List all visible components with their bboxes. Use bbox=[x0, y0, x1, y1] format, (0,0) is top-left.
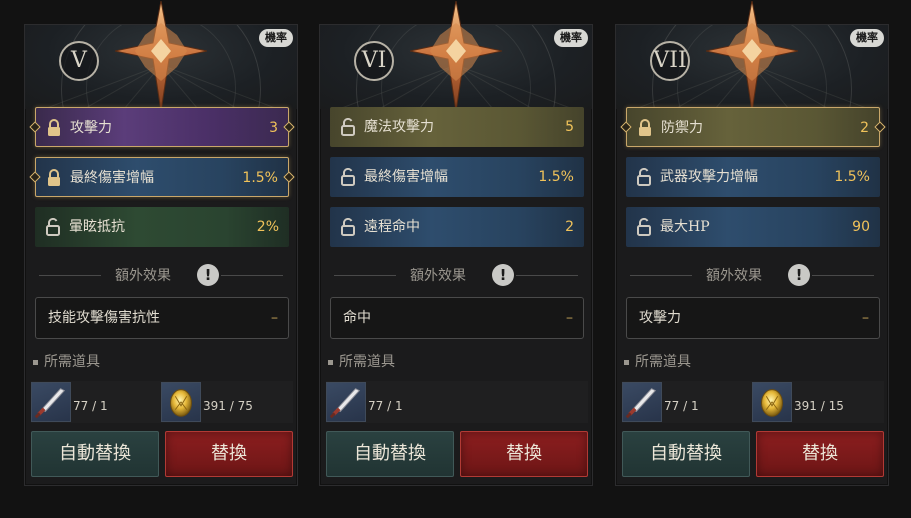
compass-star-icon bbox=[115, 1, 207, 111]
stat-value: 3 bbox=[269, 120, 278, 136]
replace-button[interactable]: 替換 bbox=[165, 431, 293, 477]
required-items-row: 77 / 1 391 / 75 bbox=[31, 381, 293, 423]
required-items-title: 所需道具 bbox=[328, 351, 395, 371]
info-icon[interactable]: ! bbox=[788, 264, 810, 286]
extra-effect-label: 攻擊力 bbox=[639, 310, 681, 326]
required-items-title: 所需道具 bbox=[624, 351, 691, 371]
stat-value: 5 bbox=[565, 119, 574, 135]
stat-row[interactable]: 最終傷害增幅 1.5% bbox=[330, 157, 584, 197]
option-panel-2: VI 機率 魔法攻擊力 5 最終傷害增幅 1.5% 遠程命中 2 額外效果 ! … bbox=[319, 1, 593, 486]
auto-replace-button[interactable]: 自動替換 bbox=[31, 431, 159, 477]
item-count: 77 / 1 bbox=[664, 399, 699, 413]
blade-item-icon[interactable] bbox=[326, 382, 366, 422]
item-count: 77 / 1 bbox=[368, 399, 403, 413]
required-items-row: 77 / 1 bbox=[326, 381, 588, 423]
stat-row[interactable]: 遠程命中 2 bbox=[330, 207, 584, 247]
tier-numeral: V bbox=[59, 41, 99, 81]
stat-row[interactable]: 最終傷害增幅 1.5% bbox=[29, 157, 295, 197]
stat-row[interactable]: 暈眩抵抗 2% bbox=[35, 207, 289, 247]
stat-label: 最終傷害增幅 bbox=[70, 170, 154, 186]
extra-effect-value: – bbox=[862, 310, 869, 326]
lock-icon[interactable] bbox=[46, 119, 62, 137]
item-count: 391 / 75 bbox=[203, 399, 253, 413]
unlock-icon[interactable] bbox=[340, 218, 356, 236]
stat-row[interactable]: 防禦力 2 bbox=[620, 107, 886, 147]
stat-label: 防禦力 bbox=[661, 120, 703, 136]
stat-row[interactable]: 攻擊力 3 bbox=[29, 107, 295, 147]
stat-label: 最終傷害增幅 bbox=[364, 169, 448, 185]
extra-effect-value: – bbox=[271, 310, 278, 326]
tier-numeral: VI bbox=[354, 41, 394, 81]
extra-effect-title: 額外效果 bbox=[410, 268, 466, 284]
stat-label: 武器攻擊力增幅 bbox=[660, 169, 758, 185]
stat-row[interactable]: 武器攻擊力增幅 1.5% bbox=[626, 157, 880, 197]
extra-effect-value: – bbox=[566, 310, 573, 326]
stat-row[interactable]: 魔法攻擊力 5 bbox=[330, 107, 584, 147]
stat-label: 攻擊力 bbox=[70, 120, 112, 136]
lock-icon[interactable] bbox=[637, 119, 653, 137]
option-panel-3: VII 機率 防禦力 2 武器攻擊力增幅 1.5% 最大HP 90 額外效果 !… bbox=[615, 1, 889, 486]
unlock-icon[interactable] bbox=[45, 218, 61, 236]
extra-effect-box: 命中 – bbox=[330, 297, 584, 339]
extra-effect-title: 額外效果 bbox=[706, 268, 762, 284]
stat-value: 2% bbox=[256, 219, 279, 235]
gold-egg-item-icon[interactable] bbox=[752, 382, 792, 422]
extra-effect-header: 額外效果 ! bbox=[616, 263, 888, 287]
auto-replace-button[interactable]: 自動替換 bbox=[326, 431, 454, 477]
stat-value: 1.5% bbox=[834, 169, 870, 185]
stat-label: 遠程命中 bbox=[364, 219, 420, 235]
tier-numeral: VII bbox=[650, 41, 690, 81]
extra-effect-box: 攻擊力 – bbox=[626, 297, 880, 339]
extra-effect-box: 技能攻擊傷害抗性 – bbox=[35, 297, 289, 339]
blade-item-icon[interactable] bbox=[31, 382, 71, 422]
blade-item-icon[interactable] bbox=[622, 382, 662, 422]
unlock-icon[interactable] bbox=[636, 168, 652, 186]
stat-value: 1.5% bbox=[538, 169, 574, 185]
stat-label: 最大HP bbox=[660, 219, 710, 235]
item-count: 391 / 15 bbox=[794, 399, 844, 413]
replace-button[interactable]: 替換 bbox=[460, 431, 588, 477]
unlock-icon[interactable] bbox=[636, 218, 652, 236]
extra-effect-label: 技能攻擊傷害抗性 bbox=[48, 310, 160, 326]
extra-effect-header: 額外效果 ! bbox=[320, 263, 592, 287]
stat-value: 90 bbox=[852, 219, 870, 235]
stat-value: 2 bbox=[565, 219, 574, 235]
unlock-icon[interactable] bbox=[340, 118, 356, 136]
probability-badge[interactable]: 機率 bbox=[554, 29, 588, 47]
replace-button[interactable]: 替換 bbox=[756, 431, 884, 477]
item-count: 77 / 1 bbox=[73, 399, 108, 413]
stat-label: 魔法攻擊力 bbox=[364, 119, 434, 135]
info-icon[interactable]: ! bbox=[197, 264, 219, 286]
required-items-row: 77 / 1 391 / 15 bbox=[622, 381, 884, 423]
probability-badge[interactable]: 機率 bbox=[850, 29, 884, 47]
extra-effect-header: 額外效果 ! bbox=[25, 263, 297, 287]
stat-label: 暈眩抵抗 bbox=[69, 219, 125, 235]
probability-badge[interactable]: 機率 bbox=[259, 29, 293, 47]
stat-value: 1.5% bbox=[242, 170, 278, 186]
stat-row[interactable]: 最大HP 90 bbox=[626, 207, 880, 247]
extra-effect-title: 額外效果 bbox=[115, 268, 171, 284]
unlock-icon[interactable] bbox=[340, 168, 356, 186]
info-icon[interactable]: ! bbox=[492, 264, 514, 286]
extra-effect-label: 命中 bbox=[343, 310, 371, 326]
stat-value: 2 bbox=[860, 120, 869, 136]
required-items-title: 所需道具 bbox=[33, 351, 100, 371]
compass-star-icon bbox=[706, 1, 798, 111]
lock-icon[interactable] bbox=[46, 169, 62, 187]
auto-replace-button[interactable]: 自動替換 bbox=[622, 431, 750, 477]
option-panel-1: V 機率 攻擊力 3 最終傷害增幅 1.5% 暈眩抵抗 2% 額外效果 ! 技能… bbox=[24, 1, 298, 486]
compass-star-icon bbox=[410, 1, 502, 111]
gold-egg-item-icon[interactable] bbox=[161, 382, 201, 422]
